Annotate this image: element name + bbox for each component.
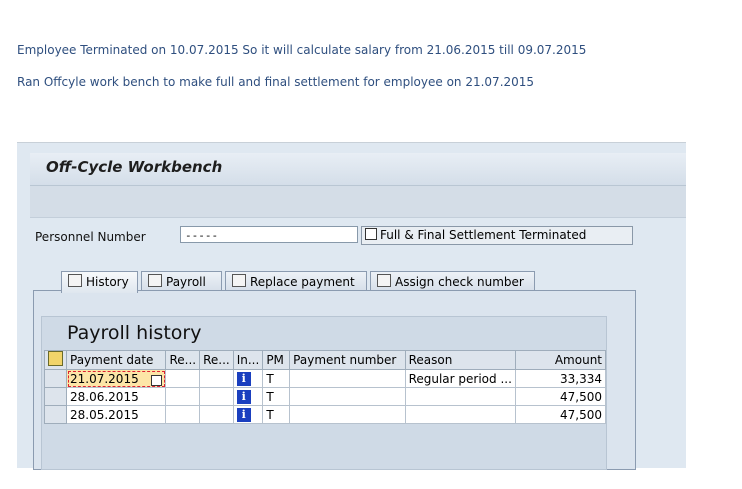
col-payment-number[interactable]: Payment number [289, 350, 406, 370]
row-selector[interactable] [44, 369, 67, 388]
tab-replace-payment[interactable]: Replace payment [225, 271, 367, 291]
col-amount[interactable]: Amount [514, 350, 607, 370]
sap-window: Off-Cycle Workbench Personnel Number ---… [17, 142, 686, 470]
payment-date-value: 21.07.2015 [70, 371, 139, 386]
info-cell[interactable]: i [232, 405, 264, 424]
tab-payroll[interactable]: Payroll [141, 271, 222, 291]
col-re-2[interactable]: Re... [199, 350, 234, 370]
pm-cell: T [262, 387, 291, 406]
tab-replace-payment-label: Replace payment [250, 275, 355, 289]
tab-assign-check-number[interactable]: Assign check number [370, 271, 535, 291]
window-titlebar: Off-Cycle Workbench [30, 153, 686, 186]
col-pm[interactable]: PM [262, 350, 291, 370]
employee-name-text: Full & Final Settlement Terminated [380, 228, 587, 242]
reason-cell [404, 387, 516, 406]
personnel-number-label: Personnel Number [35, 230, 146, 244]
tab-assign-check-number-label: Assign check number [395, 275, 524, 289]
reason-cell: Regular period ... [404, 369, 516, 388]
f4-help-icon[interactable] [151, 374, 163, 386]
info-cell[interactable]: i [232, 387, 264, 406]
payment-number-cell [289, 405, 406, 424]
re-cell [199, 387, 234, 406]
layout-button[interactable] [44, 350, 67, 370]
re-cell [199, 369, 234, 388]
table-row[interactable]: 28.06.2015 i T 47,500 [44, 387, 607, 406]
check-icon [377, 274, 391, 287]
col-re-1[interactable]: Re... [165, 350, 201, 370]
col-in[interactable]: In... [232, 350, 264, 370]
amount-cell: 47,500 [514, 405, 607, 424]
pm-cell: T [262, 369, 291, 388]
replace-icon [232, 274, 246, 287]
info-icon[interactable]: i [236, 372, 251, 386]
table-layout-icon [48, 351, 63, 366]
payroll-history-title: Payroll history [67, 322, 202, 344]
value-help-icon[interactable] [365, 228, 377, 240]
re-cell [165, 387, 201, 406]
window-title: Off-Cycle Workbench [46, 158, 223, 176]
info-icon[interactable]: i [236, 390, 251, 404]
tab-payroll-label: Payroll [166, 275, 206, 289]
re-cell [165, 369, 201, 388]
payment-number-cell [289, 387, 406, 406]
history-tab-panel: Payroll history Payment date Re... Re...… [33, 290, 636, 470]
amount-cell: 47,500 [514, 387, 607, 406]
payment-date-cell[interactable]: 21.07.2015 [65, 369, 167, 388]
calculator-icon [148, 274, 162, 287]
note-line-2: Ran Offcyle work bench to make full and … [17, 75, 535, 89]
table-row[interactable]: 21.07.2015 i T Regular period ... 33,334 [44, 369, 607, 388]
payment-date-cell[interactable]: 28.05.2015 [65, 405, 167, 424]
table-row[interactable]: 28.05.2015 i T 47,500 [44, 405, 607, 424]
personnel-number-input[interactable]: ----- [180, 226, 358, 243]
payment-date-cell[interactable]: 28.06.2015 [65, 387, 167, 406]
employee-name-output: Full & Final Settlement Terminated [361, 226, 633, 245]
tab-history-label: History [86, 275, 129, 289]
re-cell [199, 405, 234, 424]
reason-cell [404, 405, 516, 424]
col-reason[interactable]: Reason [404, 350, 516, 370]
row-selector[interactable] [44, 387, 67, 406]
col-payment-date[interactable]: Payment date [65, 350, 167, 370]
pm-cell: T [262, 405, 291, 424]
amount-cell: 33,334 [514, 369, 607, 388]
note-line-1: Employee Terminated on 10.07.2015 So it … [17, 43, 587, 57]
history-icon [68, 274, 82, 287]
info-cell[interactable]: i [232, 369, 264, 388]
application-toolbar [30, 186, 686, 218]
payment-number-cell [289, 369, 406, 388]
payroll-history-table: Payment date Re... Re... In... PM Paymen… [44, 350, 607, 424]
row-selector[interactable] [44, 405, 67, 424]
re-cell [165, 405, 201, 424]
personnel-row: Personnel Number ----- Full & Final Sett… [17, 224, 686, 250]
info-icon[interactable]: i [236, 408, 251, 422]
payroll-history-group: Payroll history Payment date Re... Re...… [41, 316, 607, 470]
tab-history[interactable]: History [61, 271, 138, 293]
table-header-row: Payment date Re... Re... In... PM Paymen… [44, 350, 607, 370]
